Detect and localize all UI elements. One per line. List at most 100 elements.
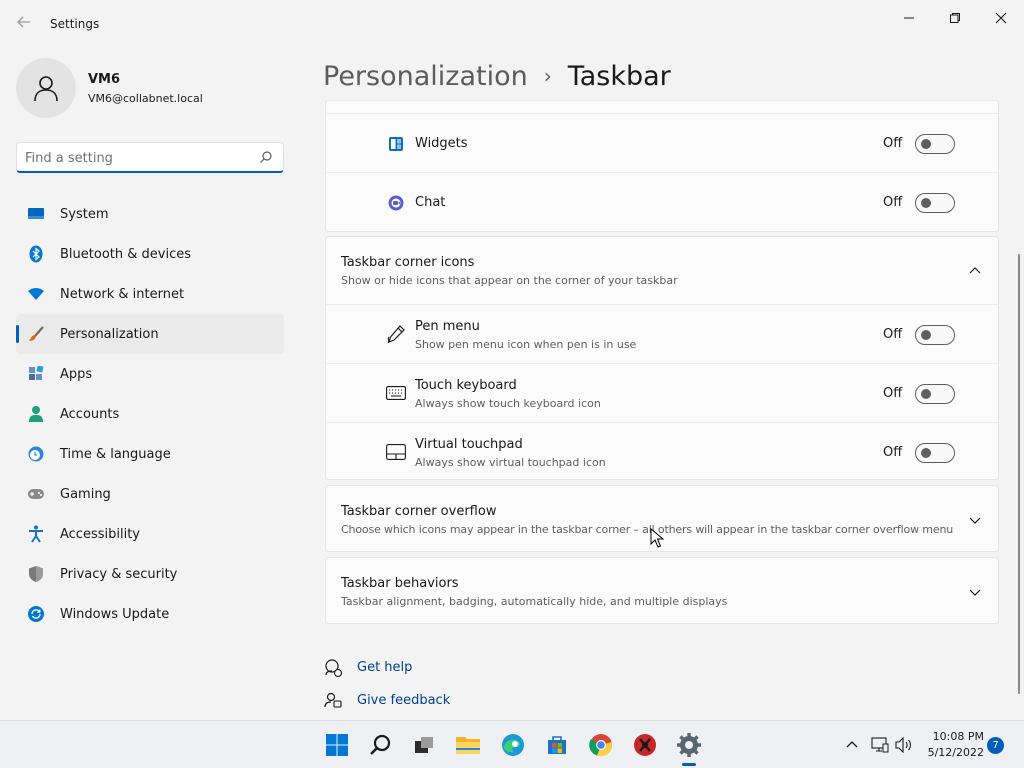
sidebar-item-bluetooth[interactable]: Bluetooth & devices bbox=[16, 234, 284, 274]
sidebar-item-label: Bluetooth & devices bbox=[60, 246, 191, 262]
sidebar-item-personalization[interactable]: Personalization bbox=[16, 314, 284, 354]
update-icon bbox=[27, 605, 45, 623]
virtual-touchpad-label: Virtual touchpad bbox=[415, 437, 523, 452]
search-box[interactable] bbox=[16, 142, 284, 173]
volume-tray-button[interactable] bbox=[894, 735, 914, 755]
behaviors-subtitle: Taskbar alignment, badging, automaticall… bbox=[341, 595, 728, 608]
sidebar-item-apps[interactable]: Apps bbox=[16, 354, 284, 394]
chrome-icon bbox=[589, 734, 612, 757]
page-title: Taskbar bbox=[567, 60, 671, 92]
settings-button[interactable] bbox=[674, 730, 704, 760]
user-email: VM6@collabnet.local bbox=[88, 92, 203, 105]
back-arrow-icon bbox=[17, 16, 30, 28]
sidebar-item-accounts[interactable]: Accounts bbox=[16, 394, 284, 434]
store-icon bbox=[548, 736, 566, 754]
clock-time[interactable]: 10:08 PM bbox=[920, 730, 984, 743]
sidebar-item-label: Apps bbox=[60, 366, 93, 382]
user-name: VM6 bbox=[88, 72, 121, 87]
sidebar-item-system[interactable]: System bbox=[16, 194, 284, 234]
sidebar-item-network[interactable]: Network & internet bbox=[16, 274, 284, 314]
breadcrumb-parent[interactable]: Personalization bbox=[323, 61, 528, 92]
task-view-button[interactable] bbox=[409, 730, 439, 760]
virtual-touchpad-description: Always show virtual touchpad icon bbox=[415, 456, 606, 469]
notification-badge[interactable]: 7 bbox=[987, 737, 1004, 754]
gamepad-icon bbox=[27, 485, 45, 503]
widgets-toggle[interactable] bbox=[915, 134, 955, 154]
pen-icon bbox=[386, 324, 406, 344]
close-icon bbox=[995, 12, 1007, 24]
sidebar-item-accessibility[interactable]: Accessibility bbox=[16, 514, 284, 554]
get-help-link[interactable]: Get help bbox=[357, 660, 412, 675]
sidebar-item-gaming[interactable]: Gaming bbox=[16, 474, 284, 514]
sidebar-item-windows-update[interactable]: Windows Update bbox=[16, 594, 284, 634]
breadcrumb: Personalization › Taskbar bbox=[323, 56, 671, 96]
behaviors-title: Taskbar behaviors bbox=[341, 576, 459, 591]
sidebar-item-label: Accessibility bbox=[60, 526, 140, 542]
settings-icon bbox=[677, 733, 701, 757]
maximize-icon bbox=[950, 13, 960, 23]
pen-menu-toggle[interactable] bbox=[915, 325, 955, 345]
corner-icons-header[interactable]: Taskbar corner icons Show or hide icons … bbox=[326, 237, 998, 304]
maximize-button[interactable] bbox=[932, 4, 978, 32]
sidebar-item-label: Time & language bbox=[60, 446, 171, 462]
chevron-down-icon bbox=[969, 589, 981, 596]
touch-keyboard-state: Off bbox=[883, 386, 903, 401]
taskbar-items-card: Widgets Off Chat Off bbox=[325, 100, 999, 232]
virtual-touchpad-toggle[interactable] bbox=[915, 443, 955, 463]
touchpad-icon bbox=[386, 442, 406, 462]
search-input[interactable] bbox=[25, 148, 255, 168]
sidebar-item-privacy-security[interactable]: Privacy & security bbox=[16, 554, 284, 594]
file-explorer-button[interactable] bbox=[453, 730, 483, 760]
give-feedback-link[interactable]: Give feedback bbox=[357, 693, 450, 708]
store-button[interactable] bbox=[542, 730, 572, 760]
show-hidden-icons-button[interactable] bbox=[842, 735, 862, 755]
chat-row: Chat Off bbox=[326, 173, 998, 231]
start-icon bbox=[326, 734, 348, 756]
sidebar-item-label: Privacy & security bbox=[60, 566, 178, 582]
chat-icon bbox=[386, 193, 406, 213]
behaviors-card[interactable]: Taskbar behaviors Taskbar alignment, bad… bbox=[325, 557, 999, 624]
apps-icon bbox=[27, 365, 45, 383]
taskbar-search-button[interactable] bbox=[366, 730, 396, 760]
game-app-button[interactable] bbox=[630, 730, 660, 760]
help-icon bbox=[325, 659, 343, 678]
pen-menu-description: Show pen menu icon when pen is in use bbox=[415, 338, 637, 351]
back-button[interactable] bbox=[14, 14, 34, 34]
title-bar: Settings bbox=[0, 0, 1024, 48]
virtual-touchpad-row: Virtual touchpad Always show virtual tou… bbox=[326, 423, 998, 481]
sidebar-item-time-language[interactable]: Time & language bbox=[16, 434, 284, 474]
window-title: Settings bbox=[50, 17, 100, 31]
scrollbar[interactable] bbox=[1018, 254, 1020, 694]
search-icon bbox=[260, 151, 272, 163]
minimize-icon bbox=[904, 17, 914, 19]
avatar[interactable] bbox=[16, 58, 76, 118]
sidebar-item-label: Accounts bbox=[60, 406, 120, 422]
chat-toggle[interactable] bbox=[915, 193, 955, 213]
person-icon bbox=[34, 76, 58, 102]
touch-keyboard-toggle[interactable] bbox=[915, 384, 955, 404]
breadcrumb-separator: › bbox=[543, 64, 552, 88]
edge-button[interactable] bbox=[498, 730, 528, 760]
start-button[interactable] bbox=[322, 730, 352, 760]
sidebar-item-label: System bbox=[60, 206, 109, 222]
widgets-label: Widgets bbox=[415, 136, 468, 151]
accessibility-icon bbox=[27, 525, 45, 543]
widgets-row: Widgets Off bbox=[326, 114, 998, 172]
minimize-button[interactable] bbox=[886, 4, 932, 32]
brush-icon bbox=[27, 325, 45, 343]
mouse-cursor-icon bbox=[650, 528, 664, 548]
close-button[interactable] bbox=[978, 4, 1024, 32]
corner-icons-subtitle: Show or hide icons that appear on the co… bbox=[341, 274, 678, 287]
sidebar-nav: System Bluetooth & devices Network & int… bbox=[16, 194, 284, 634]
accounts-icon bbox=[27, 405, 45, 423]
network-icon bbox=[871, 737, 889, 753]
widgets-state: Off bbox=[883, 136, 903, 151]
sidebar-item-label: Personalization bbox=[60, 326, 159, 342]
edge-icon bbox=[502, 734, 524, 756]
chrome-button[interactable] bbox=[586, 730, 616, 760]
corner-icons-title: Taskbar corner icons bbox=[341, 255, 475, 270]
clock-date[interactable]: 5/12/2022 bbox=[920, 746, 984, 759]
feedback-icon bbox=[324, 692, 342, 708]
network-tray-button[interactable] bbox=[870, 735, 890, 755]
clock-globe-icon bbox=[27, 445, 45, 463]
